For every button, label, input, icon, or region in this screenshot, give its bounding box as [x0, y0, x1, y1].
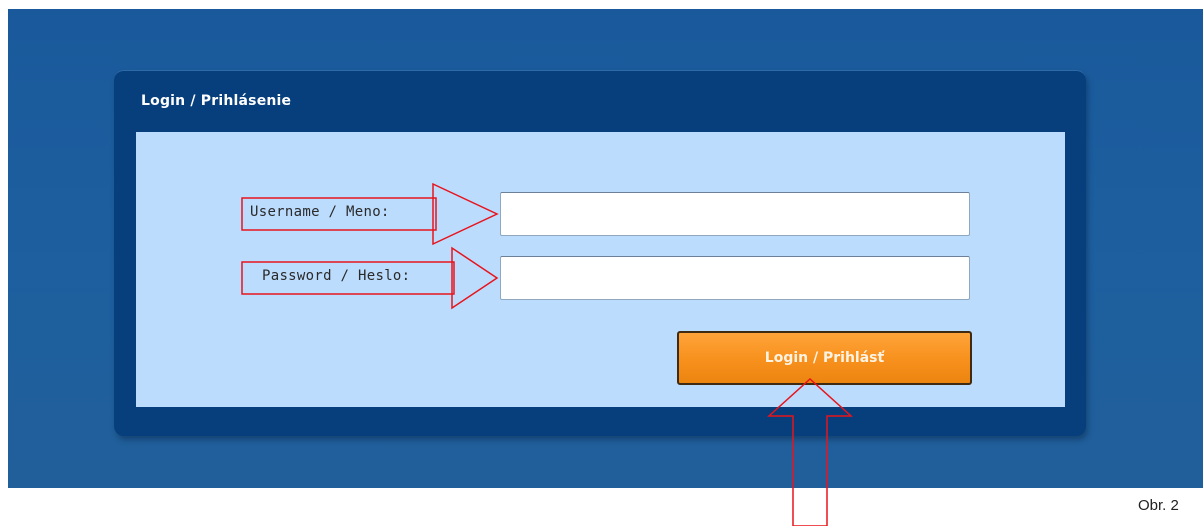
password-label: Password / Heslo: [262, 268, 411, 284]
login-button[interactable]: Login / Prihlásť [677, 331, 972, 385]
password-input[interactable] [500, 256, 970, 300]
figure-caption: Obr. 2 [1138, 497, 1179, 514]
panel-title: Login / Prihlásenie [141, 93, 292, 109]
username-label: Username / Meno: [250, 204, 390, 220]
username-input[interactable] [500, 192, 970, 236]
